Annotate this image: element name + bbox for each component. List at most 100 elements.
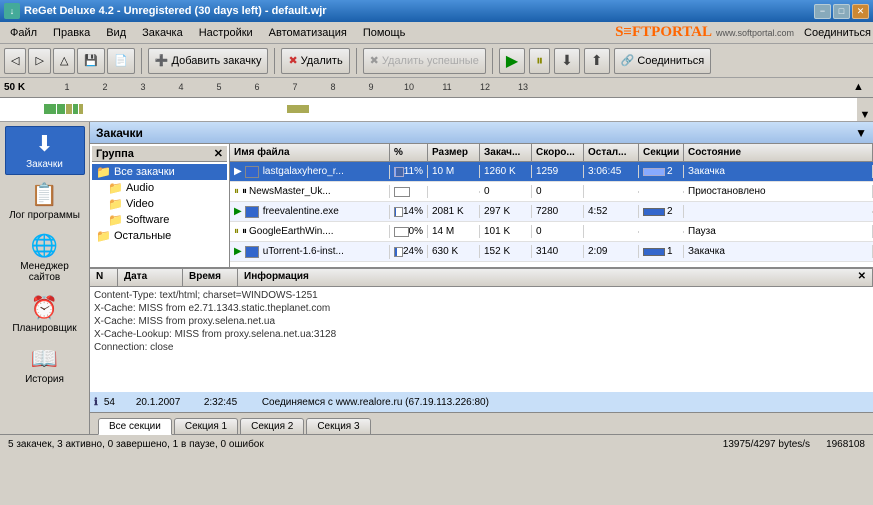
upload-arrow-button[interactable]: ⬆ — [584, 48, 610, 74]
file-row[interactable]: ▶ uTorrent-1.6-inst... 24% 630 K 152 K 3… — [230, 242, 873, 262]
tree-item-other[interactable]: 📁 Остальные — [92, 228, 227, 244]
file-list-header: Имя файла % Размер Закач... Скоро... Ост… — [230, 144, 873, 162]
col-filename[interactable]: Имя файла — [230, 144, 390, 161]
col-status[interactable]: Состояние — [684, 144, 873, 161]
tree-item-all[interactable]: 📁 Все закачки — [92, 164, 227, 180]
statusbar-right: 13975/4297 bytes/s 1968108 — [723, 439, 865, 450]
log-columns: N Дата Время Информация ✕ — [90, 269, 873, 287]
progress-bar-mini — [394, 167, 404, 177]
sidebar-item-history[interactable]: 📖 История — [5, 341, 85, 390]
add-icon: ➕ — [155, 54, 169, 67]
nav-back-button[interactable]: ◁ — [4, 48, 26, 74]
menu-download[interactable]: Закачка — [134, 25, 191, 41]
ruler-scrolldown[interactable]: ▼ — [857, 98, 873, 121]
sidebar-item-downloads[interactable]: ⬇ Закачки — [5, 126, 85, 175]
delete-icon: ✖ — [288, 54, 297, 67]
group-close-icon[interactable]: ✕ — [214, 147, 223, 160]
ruler-area: 50 K 1 2 3 4 5 6 7 8 9 10 11 12 13 ▲ — [0, 78, 873, 122]
menu-help[interactable]: Помощь — [355, 25, 414, 41]
col-percent[interactable]: % — [390, 144, 428, 161]
sidebar: ⬇ Закачки 📋 Лог программы 🌐 Менеджер сай… — [0, 122, 90, 434]
file-status-icon: ⏸ — [234, 226, 239, 237]
sidebar-item-scheduler[interactable]: ⏰ Планировщик — [5, 290, 85, 339]
file-status-cell: Приостановлено — [684, 185, 873, 198]
tab-все-секции[interactable]: Все секции — [98, 418, 172, 435]
ruler-scrollup[interactable]: ▲ — [853, 81, 869, 93]
panel-title: Закачки — [96, 126, 143, 140]
sidebar-item-log[interactable]: 📋 Лог программы — [5, 177, 85, 226]
menu-file[interactable]: Файл — [2, 25, 45, 41]
sidebar-label-history: История — [25, 374, 64, 385]
sidebar-label-scheduler: Планировщик — [12, 323, 76, 334]
tree-label-all: Все закачки — [114, 166, 175, 178]
menu-edit[interactable]: Правка — [45, 25, 98, 41]
file-row[interactable]: ▶ freevalentine.exe 14% 2081 K 297 K 728… — [230, 202, 873, 222]
history-icon: 📖 — [31, 346, 58, 372]
file-sections: 2 — [667, 166, 673, 177]
connection-icon: 🔗 — [621, 54, 635, 67]
delete-button[interactable]: ✖ Удалить — [281, 48, 349, 74]
log-row-icon: ℹ — [94, 397, 98, 408]
tab-секция-3[interactable]: Секция 3 — [306, 418, 370, 434]
col-downloaded[interactable]: Закач... — [480, 144, 532, 161]
pause-button[interactable]: ⏸ — [529, 48, 550, 74]
file-row[interactable]: ⏸ ⏸ NewsMaster_Uk... 0 0 Приостановлено — [230, 182, 873, 202]
file-name: freevalentine.exe — [263, 206, 339, 217]
tree-item-video[interactable]: 📁 Video — [104, 196, 227, 212]
sidebar-item-sites[interactable]: 🌐 Менеджер сайтов — [5, 228, 85, 288]
downloads-panel: Закачки ▼ Группа ✕ 📁 Все закачки 📁 Audio — [90, 122, 873, 434]
panel-expand-icon[interactable]: ▼ — [855, 126, 867, 140]
col-remaining[interactable]: Остал... — [584, 144, 639, 161]
scheduler-icon: ⏰ — [31, 295, 58, 321]
file-downloaded-cell: 152 K — [480, 245, 532, 258]
file-percent: 24% — [403, 246, 423, 257]
file-remaining-cell: 3:06:45 — [584, 165, 639, 178]
sidebar-label-log: Лог программы — [9, 210, 80, 221]
delete-success-button[interactable]: ✖ Удалить успешные — [363, 48, 486, 74]
save-button[interactable]: 💾 — [77, 48, 105, 74]
tab-секция-2[interactable]: Секция 2 — [240, 418, 304, 434]
copy-button[interactable]: 📄 — [107, 48, 135, 74]
log-panel: N Дата Время Информация ✕ Content-Type: … — [90, 267, 873, 412]
file-downloaded-cell: 297 K — [480, 205, 532, 218]
file-status-icon: ▶ — [234, 166, 242, 177]
close-button[interactable]: ✕ — [852, 4, 869, 19]
col-sections[interactable]: Секции — [639, 144, 684, 161]
nav-up-button[interactable]: △ — [53, 48, 75, 74]
download-arrow-button[interactable]: ⬇ — [554, 48, 580, 74]
folder-icon-all: 📁 — [96, 165, 111, 179]
log-selected-row[interactable]: ℹ 54 20.1.2007 2:32:45 Соединяемся с www… — [90, 392, 873, 412]
menu-automation[interactable]: Автоматизация — [261, 25, 355, 41]
file-percent-cell: 14% — [390, 205, 428, 218]
file-remaining-cell — [584, 191, 639, 193]
file-percent-cell: 0% — [390, 225, 428, 238]
nav-forward-button[interactable]: ▷ — [28, 48, 50, 74]
progress-seg-2 — [57, 104, 65, 114]
file-status-icon: ⏸ — [234, 186, 239, 197]
file-remaining-cell: 4:52 — [584, 205, 639, 218]
tree-item-software[interactable]: 📁 Software — [104, 212, 227, 228]
tree-item-audio[interactable]: 📁 Audio — [104, 180, 227, 196]
col-speed[interactable]: Скоро... — [532, 144, 584, 161]
minimize-button[interactable]: − — [814, 4, 831, 19]
log-close-icon[interactable]: ✕ — [858, 271, 866, 284]
col-size[interactable]: Размер — [428, 144, 480, 161]
menu-settings[interactable]: Настройки — [191, 25, 261, 41]
file-row[interactable]: ▶ lastgalaxyhero_r... 11% 10 M 1260 K 12… — [230, 162, 873, 182]
file-speed-cell: 7280 — [532, 205, 584, 218]
file-size-cell — [428, 191, 480, 193]
maximize-button[interactable]: □ — [833, 4, 850, 19]
group-header-label: Группа — [96, 148, 134, 160]
connect-button[interactable]: Соединиться — [804, 27, 871, 39]
play-button[interactable]: ▶ — [499, 48, 525, 74]
tab-секция-1[interactable]: Секция 1 — [174, 418, 238, 434]
ruler-ticks: 1 2 3 4 5 6 7 8 9 10 11 12 13 — [48, 82, 853, 92]
section-bar — [643, 248, 665, 256]
connection-button[interactable]: 🔗 Соединиться — [614, 48, 712, 74]
file-row[interactable]: ⏸ ⏸ GoogleEarthWin.... 0% 14 M 101 K 0 П… — [230, 222, 873, 242]
add-download-button[interactable]: ➕ Добавить закачку — [148, 48, 269, 74]
file-name-cell: ⏸ ⏸ NewsMaster_Uk... — [230, 185, 390, 198]
file-percent-cell: 24% — [390, 245, 428, 258]
file-name: NewsMaster_Uk... — [249, 186, 331, 197]
menu-view[interactable]: Вид — [98, 25, 134, 41]
